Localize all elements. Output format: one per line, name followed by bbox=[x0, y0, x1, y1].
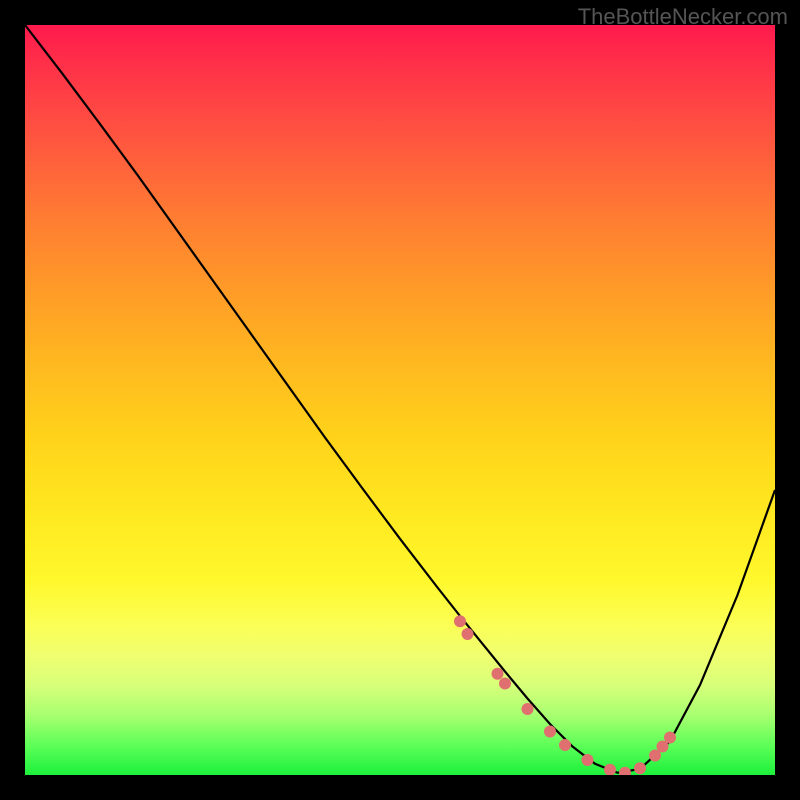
marker-dot bbox=[544, 726, 556, 738]
curve-path bbox=[25, 25, 775, 773]
marker-dot bbox=[522, 703, 534, 715]
marker-dot bbox=[499, 678, 511, 690]
transition-markers bbox=[454, 615, 676, 775]
marker-dot bbox=[619, 767, 631, 775]
chart-svg bbox=[25, 25, 775, 775]
marker-dot bbox=[582, 754, 594, 766]
marker-dot bbox=[492, 668, 504, 680]
bottleneck-curve bbox=[25, 25, 775, 773]
marker-dot bbox=[454, 615, 466, 627]
marker-dot bbox=[462, 628, 474, 640]
plot-area bbox=[25, 25, 775, 775]
marker-dot bbox=[604, 764, 616, 775]
marker-dot bbox=[559, 739, 571, 751]
marker-dot bbox=[634, 762, 646, 774]
watermark-text: TheBottleNecker.com bbox=[578, 4, 788, 30]
marker-dot bbox=[664, 732, 676, 744]
